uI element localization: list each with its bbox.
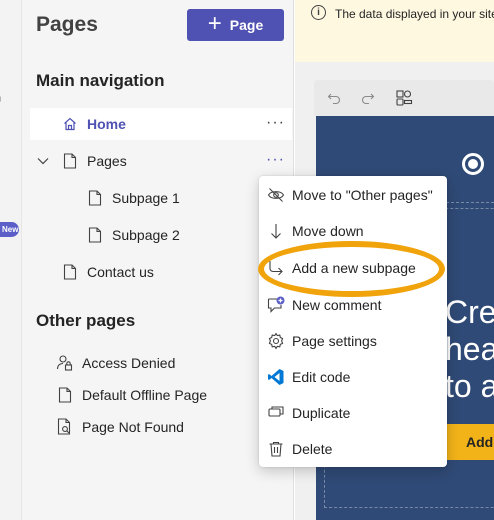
nav-item-home[interactable]: Home ··· [30, 108, 292, 140]
menu-item-edit-code[interactable]: Edit code [259, 360, 447, 394]
eye-off-icon [267, 186, 285, 204]
subpage-arrow-icon [267, 259, 285, 277]
nav-item-label: Page Not Found [82, 419, 184, 435]
canvas-toolbar [314, 80, 494, 116]
menu-item-label: Move to "Other pages" [292, 187, 433, 203]
left-app-strip: s ng o p New ty [0, 0, 22, 520]
gear-icon [267, 332, 285, 350]
vscode-icon [267, 368, 285, 386]
hero-button[interactable]: Add [446, 424, 494, 460]
panel-title: Pages [36, 13, 98, 36]
nav-item-label: Home [87, 116, 126, 132]
site-logo-dot [468, 159, 478, 169]
redo-icon[interactable] [358, 88, 378, 108]
page-icon [86, 226, 104, 244]
more-options-icon[interactable]: ··· [266, 114, 285, 132]
menu-item-page-settings[interactable]: Page settings [259, 324, 447, 358]
page-context-menu: Move to "Other pages" Move down Add a ne… [259, 176, 447, 467]
menu-item-duplicate[interactable]: Duplicate [259, 396, 447, 430]
page-icon [61, 263, 79, 281]
nav-item-page-not-found[interactable]: Page Not Found [56, 411, 276, 443]
nav-item-pages[interactable]: Pages ··· [61, 145, 292, 177]
menu-item-label: Move down [292, 223, 364, 239]
hero-line: to a [445, 368, 494, 404]
home-icon [61, 115, 79, 133]
menu-item-add-new-subpage[interactable]: Add a new subpage [259, 251, 447, 285]
menu-item-label: Edit code [292, 369, 351, 385]
menu-item-move-to-other-pages[interactable]: Move to "Other pages" [259, 178, 447, 212]
other-pages-title: Other pages [36, 311, 136, 330]
info-icon: i [311, 5, 326, 20]
page-icon [61, 152, 79, 170]
add-page-button[interactable]: + Page [187, 9, 284, 41]
person-lock-icon [56, 354, 74, 372]
nav-item-label: Default Offline Page [82, 387, 208, 403]
undo-icon[interactable] [324, 88, 344, 108]
components-icon[interactable] [394, 88, 414, 108]
menu-item-label: Add a new subpage [292, 260, 416, 276]
menu-item-label: Duplicate [292, 405, 351, 421]
nav-item-subpage-1[interactable]: Subpage 1 [86, 182, 246, 214]
info-banner: i The data displayed in your site [295, 0, 494, 62]
plus-icon: + [207, 10, 222, 37]
menu-item-delete[interactable]: Delete [259, 432, 447, 466]
nav-item-label: Subpage 2 [112, 227, 180, 243]
main-navigation-title: Main navigation [36, 71, 165, 90]
chevron-down-icon[interactable] [36, 154, 50, 168]
hero-heading: Cre hea to a [445, 294, 494, 405]
menu-item-move-down[interactable]: Move down [259, 214, 447, 248]
nav-item-subpage-2[interactable]: Subpage 2 [86, 219, 246, 251]
menu-item-new-comment[interactable]: New comment [259, 288, 447, 322]
arrow-down-icon [267, 222, 285, 240]
new-badge: New [0, 222, 19, 237]
page-icon [86, 189, 104, 207]
duplicate-icon [267, 404, 285, 422]
banner-text: The data displayed in your site [335, 7, 494, 21]
menu-item-label: Delete [292, 441, 333, 457]
add-page-label: Page [229, 17, 264, 33]
pages-panel: Pages + Page Main navigation Home ··· Pa… [22, 0, 294, 520]
page-icon [56, 386, 74, 404]
menu-item-label: Page settings [292, 333, 377, 349]
nav-item-label: Pages [87, 153, 127, 169]
more-options-icon[interactable]: ··· [266, 151, 285, 169]
nav-item-contact-us[interactable]: Contact us [61, 256, 261, 288]
comment-add-icon [267, 296, 285, 314]
nav-item-access-denied[interactable]: Access Denied [56, 347, 276, 379]
trash-icon [267, 440, 285, 458]
hero-line: Cre [445, 294, 494, 330]
nav-item-label: Contact us [87, 264, 154, 280]
page-search-icon [56, 418, 74, 436]
nav-item-label: Subpage 1 [112, 190, 180, 206]
nav-item-default-offline-page[interactable]: Default Offline Page [56, 379, 276, 411]
nav-item-label: Access Denied [82, 355, 176, 371]
menu-item-label: New comment [292, 297, 382, 313]
strip-item[interactable]: ng [0, 94, 1, 103]
hero-line: hea [445, 331, 494, 367]
